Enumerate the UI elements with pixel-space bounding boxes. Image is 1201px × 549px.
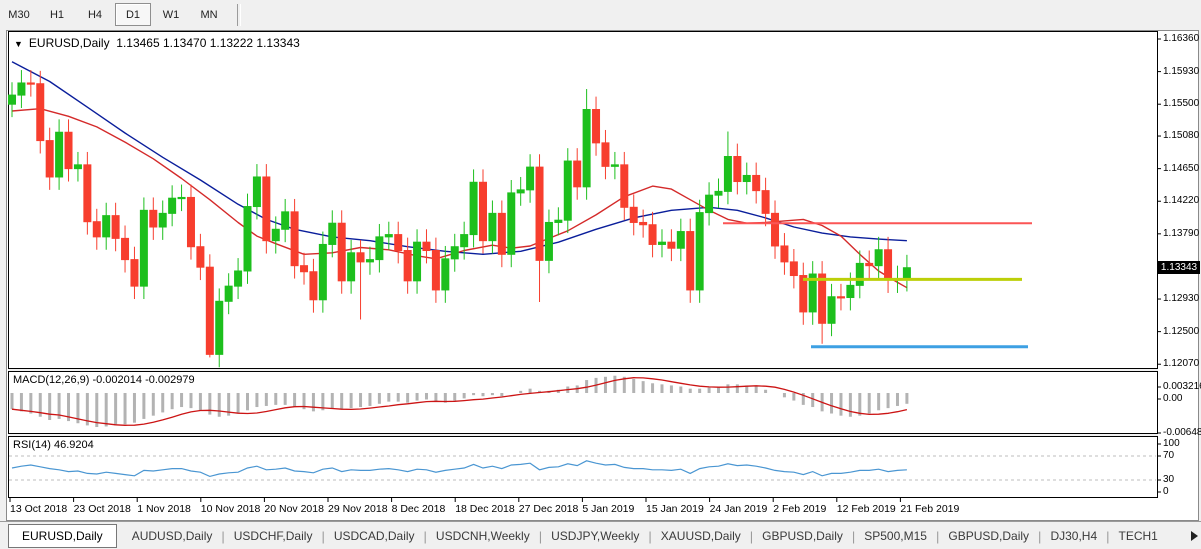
price-axis-label: 1.14220 <box>1163 195 1199 206</box>
date-axis-label: 5 Jan 2019 <box>582 503 634 515</box>
price-axis-label: 1.16360 <box>1163 33 1199 44</box>
main-chart-panel[interactable] <box>8 31 1158 369</box>
date-axis-label: 23 Oct 2018 <box>74 503 131 515</box>
timeframe-button-m30[interactable]: M30 <box>1 3 37 26</box>
date-axis-label: 18 Dec 2018 <box>455 503 515 515</box>
date-axis-label: 13 Oct 2018 <box>10 503 67 515</box>
timeframe-button-mn[interactable]: MN <box>191 3 227 26</box>
rsi-axis-label: 70 <box>1163 450 1174 461</box>
date-axis-label: 12 Feb 2019 <box>837 503 896 515</box>
rsi-axis-label: 0 <box>1163 486 1169 497</box>
window-bottom-border <box>0 521 1201 522</box>
date-axis-label: 15 Jan 2019 <box>646 503 704 515</box>
chart-tab-audusd-daily[interactable]: AUDUSD,Daily <box>123 524 222 548</box>
date-axis-label: 20 Nov 2018 <box>264 503 324 515</box>
price-axis-label: 1.12500 <box>1163 326 1199 337</box>
rsi-axis-label: 30 <box>1163 474 1174 485</box>
tabs-scroll-right-icon[interactable] <box>1191 531 1198 541</box>
chart-tab-usdcnh-weekly[interactable]: USDCNH,Weekly <box>427 524 539 548</box>
toolbar-separator <box>237 4 241 26</box>
chart-tab-gbpusd-daily[interactable]: GBPUSD,Daily <box>753 524 852 548</box>
macd-axis-label: -0.006485 <box>1163 427 1201 438</box>
chart-tab-dj30-h4[interactable]: DJ30,H4 <box>1041 524 1106 548</box>
panel-splitter[interactable] <box>8 369 1158 371</box>
chart-tabs-bar: EURUSD,DailyAUDUSD,Daily|USDCHF,Daily|US… <box>0 523 1201 549</box>
price-axis-label: 1.13790 <box>1163 228 1199 239</box>
date-axis-label: 2 Feb 2019 <box>773 503 826 515</box>
rsi-panel[interactable] <box>8 436 1158 498</box>
date-axis-label: 1 Nov 2018 <box>137 503 191 515</box>
timeframe-toolbar: M30H1H4D1W1MN <box>0 0 1201 29</box>
timeframe-button-w1[interactable]: W1 <box>153 3 189 26</box>
chart-tab-usdchf-daily[interactable]: USDCHF,Daily <box>225 524 322 548</box>
price-axis-label: 1.12070 <box>1163 358 1199 369</box>
price-axis-label: 1.15080 <box>1163 130 1199 141</box>
date-axis-label: 24 Jan 2019 <box>710 503 768 515</box>
price-axis-label: 1.15500 <box>1163 98 1199 109</box>
timeframe-button-h4[interactable]: H4 <box>77 3 113 26</box>
rsi-indicator-label: RSI(14) 46.9204 <box>13 439 94 451</box>
chart-tab-usdcad-daily[interactable]: USDCAD,Daily <box>325 524 424 548</box>
macd-axis-label: 0.003216 <box>1163 381 1201 392</box>
rsi-axis-label: 100 <box>1163 438 1180 449</box>
date-axis-label: 8 Dec 2018 <box>392 503 446 515</box>
chart-tab-sp500-m15[interactable]: SP500,M15 <box>855 524 936 548</box>
chart-symbol-label: EURUSD,Daily <box>29 36 110 50</box>
macd-indicator-label: MACD(12,26,9) -0.002014 -0.002979 <box>13 374 195 386</box>
chart-tab-tech1[interactable]: TECH1 <box>1110 524 1167 548</box>
date-axis-label: 29 Nov 2018 <box>328 503 388 515</box>
price-axis-label: 1.14650 <box>1163 163 1199 174</box>
price-axis-label: 1.12930 <box>1163 293 1199 304</box>
chart-tab-eurusd-daily[interactable]: EURUSD,Daily <box>8 524 117 548</box>
symbol-dropdown-icon[interactable]: ▼ <box>14 39 23 49</box>
price-axis-label: 1.15930 <box>1163 66 1199 77</box>
current-price-badge: 1.13343 <box>1158 261 1200 274</box>
macd-axis-label: 0.00 <box>1163 393 1182 404</box>
chart-tab-xauusd-daily[interactable]: XAUUSD,Daily <box>652 524 750 548</box>
date-axis-label: 27 Dec 2018 <box>519 503 579 515</box>
chart-tab-gbpusd-daily[interactable]: GBPUSD,Daily <box>939 524 1038 548</box>
date-axis-label: 10 Nov 2018 <box>201 503 261 515</box>
timeframe-button-h1[interactable]: H1 <box>39 3 75 26</box>
date-axis-label: 21 Feb 2019 <box>900 503 959 515</box>
timeframe-button-d1[interactable]: D1 <box>115 3 151 26</box>
chart-title: ▼ EURUSD,Daily 1.13465 1.13470 1.13222 1.… <box>14 36 300 50</box>
panel-splitter[interactable] <box>8 434 1158 436</box>
chart-ohlc-readout: 1.13465 1.13470 1.13222 1.13343 <box>116 36 300 50</box>
chart-tab-usdjpy-weekly[interactable]: USDJPY,Weekly <box>542 524 648 548</box>
